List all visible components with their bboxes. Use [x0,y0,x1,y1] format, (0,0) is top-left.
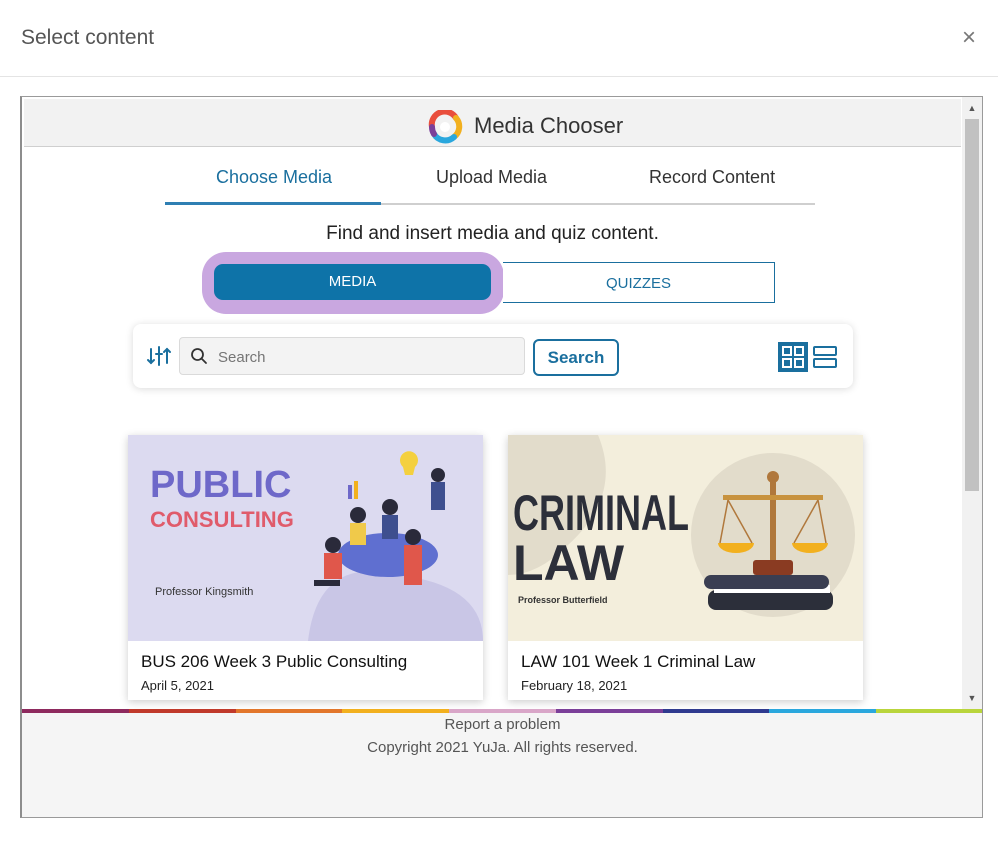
stripe-segment [555,709,663,713]
tab-record-content[interactable]: Record Content [649,167,775,188]
chooser-title: Media Chooser [474,113,624,138]
filter-icon[interactable] [146,343,172,369]
search-panel: Search [133,324,853,388]
media-card[interactable]: PUBLIC CONSULTING Professor Kingsmith BU… [128,435,483,700]
report-problem-link[interactable]: Report a problem [22,716,982,733]
thumb-heading-1: PUBLIC [150,464,291,506]
media-card[interactable]: CRIMINAL LAW Professor Butterfield LAW 1… [508,435,863,700]
dialog-title: Select content [21,26,155,49]
media-thumbnail: PUBLIC CONSULTING Professor Kingsmith [128,435,483,641]
dialog-header: Select content × [0,0,998,77]
grid-view-icon[interactable] [778,342,808,372]
close-button[interactable]: × [962,24,976,52]
tab-bar: Choose Media Upload Media Record Content [165,159,815,205]
stripe-segment [449,709,556,713]
scroll-thumb[interactable] [965,119,979,491]
search-field[interactable] [179,337,525,375]
thumb-heading-2: CONSULTING [150,507,294,532]
media-thumbnail: CRIMINAL LAW Professor Butterfield [508,435,863,641]
tab-choose-media[interactable]: Choose Media [216,167,332,188]
stripe-segment [128,709,236,713]
media-button[interactable]: MEDIA [214,264,491,300]
quizzes-button[interactable]: QUIZZES [503,262,775,303]
search-input[interactable] [216,344,510,370]
yuja-logo-icon [428,110,463,144]
stripe-segment [342,709,450,713]
media-card-title[interactable]: BUS 206 Week 3 Public Consulting [141,652,407,672]
media-card-date: April 5, 2021 [141,678,214,693]
tab-upload-media[interactable]: Upload Media [436,167,547,188]
color-stripe [22,709,982,713]
thumb-heading-1: CRIMINAL [513,485,689,541]
thumb-heading-2: LAW [513,535,625,591]
search-icon [191,348,207,364]
footer: Report a problem Copyright 2021 YuJa. Al… [22,709,982,817]
scroll-down-arrow-icon[interactable]: ▼ [962,689,982,707]
stripe-segment [769,709,877,713]
media-grid: PUBLIC CONSULTING Professor Kingsmith BU… [122,427,872,707]
chooser-header: Media Chooser [24,99,961,147]
stripe-segment [876,709,982,713]
media-card-date: February 18, 2021 [521,678,628,693]
thumb-subtitle: Professor Kingsmith [155,586,253,598]
list-view-icon[interactable] [812,342,838,372]
media-card-title[interactable]: LAW 101 Week 1 Criminal Law [521,652,755,672]
thumb-subtitle: Professor Butterfield [518,595,608,605]
scrollbar[interactable]: ▲ ▼ [962,97,982,709]
scroll-up-arrow-icon[interactable]: ▲ [962,99,982,117]
media-chooser-frame: ▲ ▼ Media Chooser Choose Media Upload Me… [20,96,983,818]
active-tab-indicator [165,202,381,205]
copyright-text: Copyright 2021 YuJa. All rights reserved… [367,739,638,756]
search-button[interactable]: Search [533,339,619,376]
stripe-segment [22,709,129,713]
instruction-text: Find and insert media and quiz content. [326,223,659,244]
stripe-segment [235,709,343,713]
stripe-segment [662,709,770,713]
